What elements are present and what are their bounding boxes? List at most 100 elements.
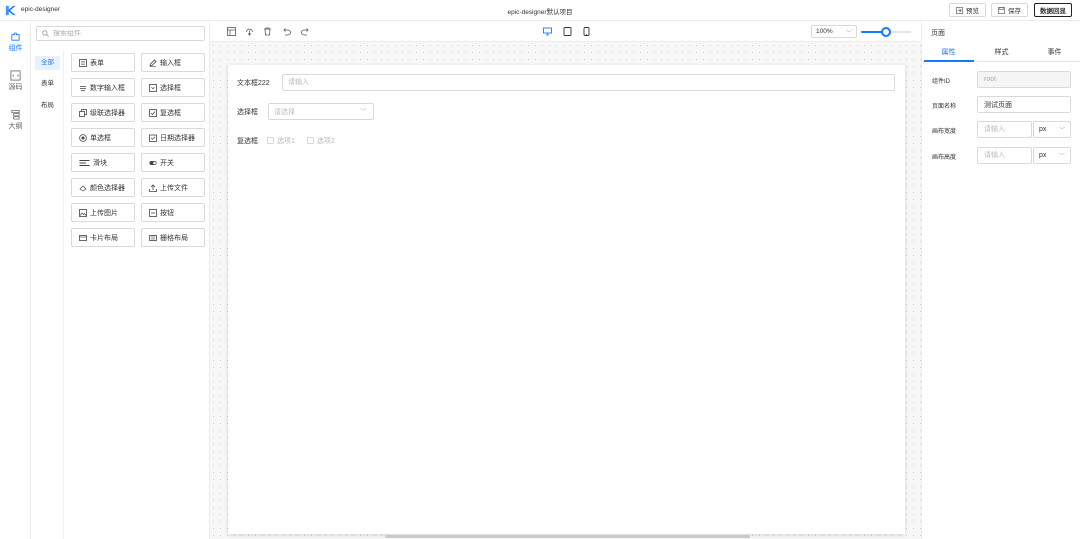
component-item-card-layout[interactable]: 卡片布局: [71, 228, 135, 247]
component-item-button[interactable]: 按钮: [141, 203, 205, 222]
component-item-form[interactable]: 表单: [71, 53, 135, 72]
undo-icon[interactable]: [282, 27, 291, 36]
component-label: 复选框: [160, 109, 181, 117]
checkbox-field-label: 复选框: [237, 137, 258, 145]
cascader-icon: [78, 108, 87, 117]
canvas-height-unit-select[interactable]: px ﹀: [1033, 147, 1071, 164]
properties-panel: 页面 属性 样式 事件 组件ID 页面名称 画布宽度 px ﹀ 画布高度 px …: [921, 21, 1080, 539]
layout-icon[interactable]: [227, 27, 236, 36]
component-item-date-picker[interactable]: 日期选择器: [141, 128, 205, 147]
tab-style[interactable]: 样式: [975, 47, 1028, 57]
zoom-select[interactable]: 100% ﹀: [811, 25, 857, 38]
save-icon: [998, 6, 1005, 14]
canvas-toolbar: 100% ﹀: [210, 21, 921, 42]
puzzle-icon: [11, 32, 20, 41]
desktop-icon[interactable]: [543, 27, 552, 36]
rail-item-outline[interactable]: 大纲: [0, 109, 31, 131]
tab-events[interactable]: 事件: [1028, 47, 1080, 57]
preview-button[interactable]: 预览: [949, 3, 986, 17]
checkbox-icon: [148, 108, 157, 117]
zoom-value: 100%: [816, 28, 833, 35]
component-label: 级联选择器: [90, 109, 125, 117]
component-panel: 全部 表单 布局 表单 输入框 数字输入框 选择框 级联选择器 复选框 单选框 …: [31, 21, 210, 539]
text-field-label: 文本框222: [237, 79, 270, 87]
component-item-checkbox[interactable]: 复选框: [141, 103, 205, 122]
select-field-input[interactable]: 请选择 ﹀: [268, 103, 374, 120]
component-label: 颜色选择器: [90, 184, 125, 192]
component-item-select[interactable]: 选择框: [141, 78, 205, 97]
page-name-label: 页面名称: [932, 104, 957, 110]
page-name-input[interactable]: [977, 96, 1071, 113]
checkbox-box: [306, 137, 314, 144]
canvas-width-input[interactable]: [977, 121, 1032, 138]
component-label: 滑块: [93, 159, 107, 167]
form-item-select: 选择框 请选择 ﹀: [237, 103, 374, 120]
active-tab-indicator: [924, 60, 974, 62]
search-icon: [42, 30, 49, 37]
unit-value: px: [1039, 126, 1047, 133]
header-bar: epic-designer epic-designer默认项目 预览 保存 数据…: [0, 0, 1080, 21]
checkbox-option-1[interactable]: 选项1: [267, 136, 295, 146]
code-icon: [10, 70, 21, 81]
component-label: 选择框: [160, 84, 181, 92]
component-item-upload-file[interactable]: 上传文件: [141, 178, 205, 197]
rail-item-components[interactable]: 组件: [0, 31, 31, 53]
properties-tabs: 属性 样式 事件: [922, 43, 1080, 62]
component-item-radio[interactable]: 单选框: [71, 128, 135, 147]
select-placeholder: 请选择: [274, 108, 295, 116]
component-item-switch[interactable]: 开关: [141, 153, 205, 172]
zoom-slider[interactable]: [861, 27, 911, 37]
tab-attributes[interactable]: 属性: [922, 47, 975, 57]
horizontal-scrollbar[interactable]: [385, 535, 750, 538]
unit-value: px: [1039, 152, 1047, 159]
canvas-height-label: 画布高度: [932, 155, 957, 161]
mobile-icon[interactable]: [582, 27, 591, 36]
canvas-width-unit-select[interactable]: px ﹀: [1033, 121, 1071, 138]
category-layout[interactable]: 布局: [35, 99, 60, 113]
checkbox-option-2[interactable]: 选项2: [306, 136, 335, 146]
card-icon: [78, 233, 87, 242]
component-item-grid-layout[interactable]: 栅格布局: [141, 228, 205, 247]
redo-icon[interactable]: [301, 27, 310, 36]
canvas-area: 文本框222 选择框 请选择 ﹀ 复选框 选项1 选项2: [210, 42, 921, 539]
import-icon[interactable]: [245, 27, 254, 36]
preview-icon: [956, 6, 963, 14]
component-label: 开关: [160, 159, 174, 167]
switch-icon: [148, 158, 157, 167]
project-title: epic-designer默认项目: [507, 9, 573, 16]
properties-title: 页面: [931, 30, 945, 37]
select-field-label: 选择框: [237, 108, 258, 116]
component-search[interactable]: [36, 26, 205, 41]
form-item-text: 文本框222: [237, 74, 895, 91]
rail-item-source[interactable]: 源码: [0, 70, 31, 92]
data-echo-button[interactable]: 数据回显: [1034, 3, 1072, 17]
save-button[interactable]: 保存: [991, 3, 1028, 17]
search-input[interactable]: [53, 30, 193, 37]
component-item-slider[interactable]: 滑块: [71, 153, 135, 172]
component-item-number-input[interactable]: 数字输入框: [71, 78, 135, 97]
tablet-icon[interactable]: [563, 27, 572, 36]
component-label: 上传图片: [90, 209, 118, 217]
component-item-color-picker[interactable]: 颜色选择器: [71, 178, 135, 197]
page-canvas[interactable]: 文本框222 选择框 请选择 ﹀ 复选框 选项1 选项2: [228, 65, 905, 534]
chevron-down-icon: ﹀: [845, 31, 852, 37]
checkbox-option-label: 选项2: [316, 137, 335, 145]
component-item-input[interactable]: 输入框: [141, 53, 205, 72]
canvas-height-input[interactable]: [977, 147, 1032, 164]
delete-icon[interactable]: [263, 27, 272, 36]
category-form[interactable]: 表单: [35, 77, 60, 91]
form-item-checkbox: 复选框 选项1 选项2: [237, 132, 347, 149]
text-field-input[interactable]: [282, 74, 895, 91]
component-id-input: [977, 71, 1071, 88]
checkbox-option-label: 选项1: [277, 137, 295, 145]
component-label: 栅格布局: [160, 234, 188, 242]
zoom-slider-handle[interactable]: [881, 27, 891, 37]
calendar-icon: [148, 133, 157, 142]
checkbox-box: [267, 137, 274, 144]
component-label: 日期选择器: [160, 134, 195, 142]
category-all[interactable]: 全部: [35, 56, 60, 70]
component-item-cascader[interactable]: 级联选择器: [71, 103, 135, 122]
outline-tree-icon: [11, 110, 20, 120]
save-label: 保存: [1008, 8, 1021, 15]
component-item-upload-image[interactable]: 上传图片: [71, 203, 135, 222]
